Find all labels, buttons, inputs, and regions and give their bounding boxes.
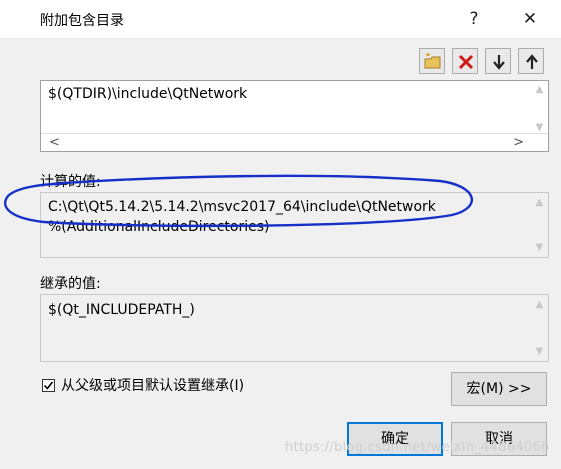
inherited-vertical-scrollbar[interactable]: ▲ ▼ — [531, 295, 548, 361]
delete-icon — [458, 54, 474, 70]
scroll-down-icon[interactable]: ▼ — [536, 242, 544, 253]
inherit-checkbox-label[interactable]: 从父级或项目默认设置继承(I) — [61, 375, 244, 395]
scroll-up-icon[interactable]: ▲ — [536, 299, 544, 310]
scroll-down-icon[interactable]: ▼ — [536, 346, 544, 357]
macros-button[interactable]: 宏(M) >> — [451, 372, 547, 406]
computed-values-label: 计算的值: — [40, 174, 101, 190]
move-up-button[interactable] — [518, 48, 544, 74]
scroll-left-icon[interactable]: < — [49, 135, 60, 150]
inherited-line: $(Qt_INCLUDEPATH_) — [48, 302, 195, 318]
watermark: https://blog.csdn.net/weixin_44864066 — [285, 440, 550, 455]
scroll-down-icon[interactable]: ▼ — [536, 122, 544, 133]
checkmark-icon — [43, 381, 54, 390]
inherit-checkbox-row[interactable]: 从父级或项目默认设置继承(I) — [42, 375, 244, 395]
inherit-checkbox[interactable] — [42, 378, 55, 392]
move-up-icon — [526, 54, 538, 69]
computed-line: C:\Qt\Qt5.14.2\5.14.2\msvc2017_64\includ… — [48, 199, 436, 215]
inherited-values-label: 继承的值: — [40, 276, 101, 292]
list-vertical-scrollbar[interactable]: ▲ ▼ — [531, 81, 548, 136]
title-bar: 附加包含目录 ? ✕ — [0, 0, 561, 39]
computed-values-box: C:\Qt\Qt5.14.2\5.14.2\msvc2017_64\includ… — [40, 192, 549, 258]
scroll-up-icon[interactable]: ▲ — [536, 84, 544, 95]
close-button[interactable]: ✕ — [508, 6, 552, 32]
move-down-icon — [493, 55, 505, 70]
scroll-right-icon[interactable]: > — [513, 135, 524, 150]
list-item[interactable]: $(QTDIR)\include\QtNetwork — [48, 86, 247, 102]
include-dirs-list[interactable]: $(QTDIR)\include\QtNetwork ▲ ▼ < > — [40, 80, 549, 152]
scroll-up-icon[interactable]: ▲ — [536, 197, 544, 208]
delete-line-button[interactable] — [452, 48, 478, 74]
dialog-title: 附加包含目录 — [40, 13, 124, 29]
new-line-button[interactable] — [419, 48, 445, 74]
list-horizontal-scrollbar[interactable]: < > — [41, 133, 548, 151]
inherited-values-box: $(Qt_INCLUDEPATH_) ▲ ▼ — [40, 294, 549, 362]
new-folder-icon — [424, 53, 441, 69]
computed-line: %(AdditionalIncludeDirectories) — [48, 219, 270, 235]
computed-vertical-scrollbar[interactable]: ▲ ▼ — [531, 193, 548, 257]
help-button[interactable]: ? — [452, 6, 496, 32]
move-down-button[interactable] — [485, 48, 511, 74]
